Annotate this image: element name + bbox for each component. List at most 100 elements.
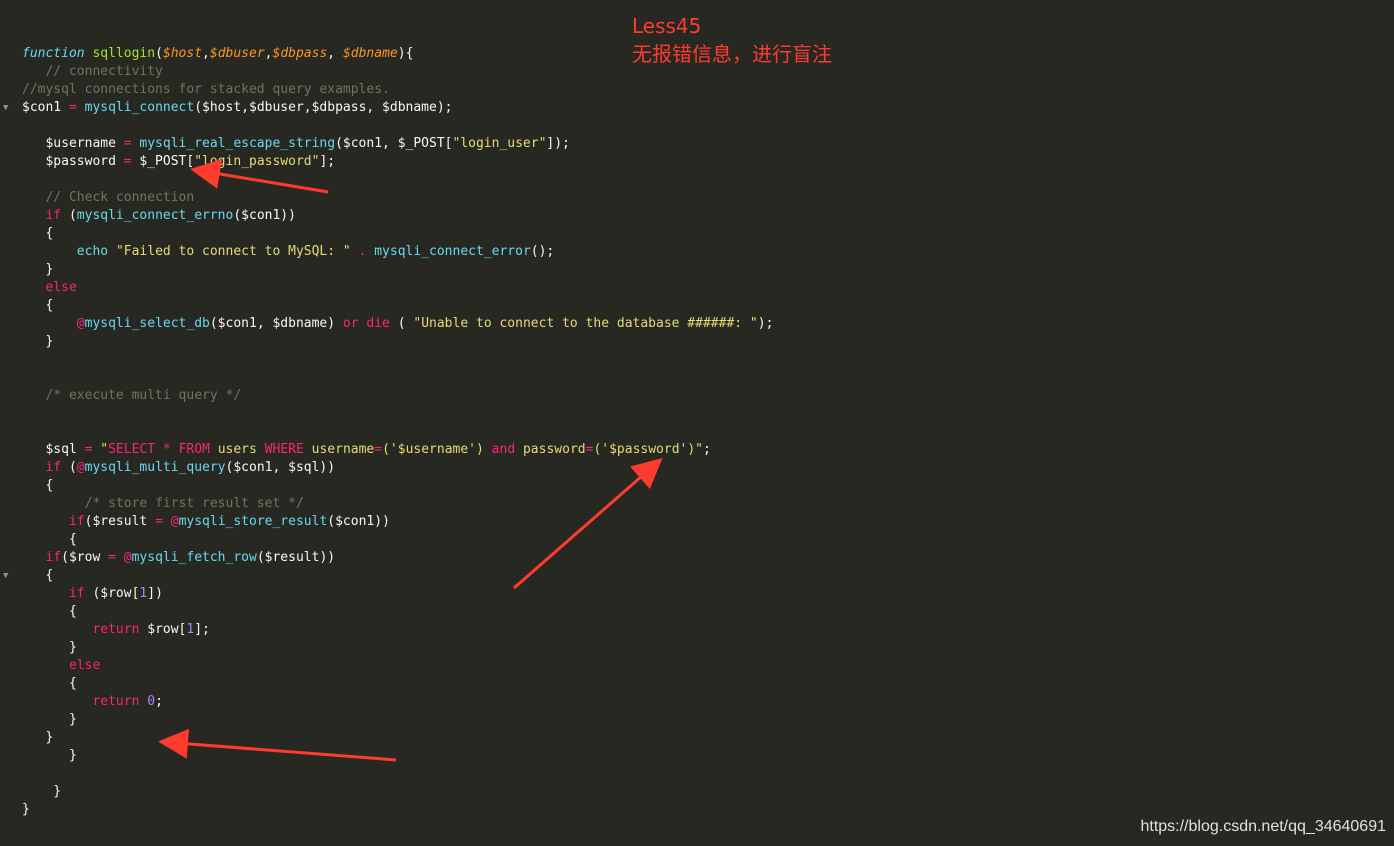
code-line: if($row = @mysqli_fetch_row($result)) xyxy=(22,549,773,567)
code-token: ($con1)) xyxy=(233,208,296,223)
code-line: } xyxy=(22,639,773,657)
code-line: } xyxy=(22,783,773,801)
code-token: $dbpass xyxy=(272,46,328,61)
code-token: $con1 xyxy=(22,100,69,115)
code-token: // connectivity xyxy=(45,64,163,79)
code-token: $sql xyxy=(22,442,85,457)
code-line: if (@mysqli_multi_query($con1, $sql)) xyxy=(22,459,773,477)
code-line: $con1 = mysqli_connect($host,$dbuser,$db… xyxy=(22,99,773,117)
code-token: ($host,$dbuser,$dbpass, $dbname); xyxy=(194,100,453,115)
code-line: } xyxy=(22,333,773,351)
code-token: } xyxy=(22,730,54,745)
code-token: if xyxy=(68,586,85,601)
code-token: } xyxy=(22,712,77,727)
code-token: mysqli_real_escape_string xyxy=(139,136,336,151)
code-line: if (mysqli_connect_errno($con1)) xyxy=(22,207,773,225)
code-token: = xyxy=(123,136,132,151)
code-token: = xyxy=(374,442,383,457)
code-token: $_POST[ xyxy=(131,154,195,169)
code-line: } xyxy=(22,261,773,279)
code-token: // Check connection xyxy=(45,190,195,205)
code-token: users xyxy=(209,442,265,457)
code-token: ]; xyxy=(319,154,336,169)
code-token: if xyxy=(45,460,62,475)
code-token: function xyxy=(22,46,85,61)
csdn-watermark: https://blog.csdn.net/qq_34640691 xyxy=(1140,818,1386,835)
code-token: if xyxy=(45,208,62,223)
code-token: @ xyxy=(76,460,85,475)
code-token: mysqli_connect_errno xyxy=(76,208,234,223)
code-token: "login_password" xyxy=(194,154,320,169)
code-token: password xyxy=(515,442,586,457)
code-token: $dbuser xyxy=(209,46,265,61)
code-token: } xyxy=(22,802,30,817)
code-token: if xyxy=(68,514,85,529)
annotation-note: 无报错信息，进行盲注 xyxy=(632,42,832,66)
code-token: ( xyxy=(155,46,163,61)
code-line: { xyxy=(22,531,773,549)
code-token: "Failed to connect to MySQL: " xyxy=(115,244,351,259)
code-token: sqllogin xyxy=(92,46,156,61)
code-token: $row[ xyxy=(139,622,187,637)
code-token: and xyxy=(491,442,516,457)
code-token: } xyxy=(22,748,77,763)
code-token: return xyxy=(92,622,140,637)
code-line: return 0; xyxy=(22,693,773,711)
code-line: if($result = @mysqli_store_result($con1)… xyxy=(22,513,773,531)
code-token: mysqli_store_result xyxy=(178,514,328,529)
code-token: = xyxy=(108,550,116,565)
code-token: } xyxy=(22,640,77,655)
code-token: ('$username') xyxy=(382,442,492,457)
code-token: ($con1, $dbname) xyxy=(209,316,343,331)
code-token: ; xyxy=(155,694,163,709)
code-token: ($row xyxy=(61,550,109,565)
code-token: $username xyxy=(22,136,124,151)
code-line: $username = mysqli_real_escape_string($c… xyxy=(22,135,773,153)
code-token: , xyxy=(202,46,210,61)
code-token: ($row[ xyxy=(84,586,140,601)
code-token: mysqli_multi_query xyxy=(84,460,226,475)
code-token: { xyxy=(22,298,54,313)
code-token: * xyxy=(162,442,171,457)
code-token: or xyxy=(342,316,359,331)
code-token: $dbname xyxy=(342,46,398,61)
code-line: { xyxy=(22,225,773,243)
code-token: ){ xyxy=(397,46,414,61)
code-token: { xyxy=(22,478,54,493)
triangle-down-icon[interactable]: ▼ xyxy=(3,567,8,585)
code-token: ($con1, $_POST[ xyxy=(335,136,453,151)
code-token: , xyxy=(264,46,273,61)
code-line: $sql = "SELECT * FROM users WHERE userna… xyxy=(22,441,773,459)
code-editor[interactable]: function sqllogin ($host,$dbuser,$dbpass,… xyxy=(0,0,1394,846)
code-line: } xyxy=(22,747,773,765)
code-token: ($result xyxy=(84,514,156,529)
code-token: username xyxy=(303,442,375,457)
code-token: if xyxy=(45,550,62,565)
code-token: } xyxy=(22,262,54,277)
code-token: " xyxy=(100,442,109,457)
code-token: FROM xyxy=(178,442,210,457)
code-line: //mysql connections for stacked query ex… xyxy=(22,81,773,99)
code-line: /* execute multi query */ xyxy=(22,387,773,405)
code-token: , xyxy=(327,46,343,61)
code-lines: function sqllogin ($host,$dbuser,$dbpass,… xyxy=(22,45,773,819)
code-line: } xyxy=(22,801,773,819)
triangle-down-icon[interactable]: ▼ xyxy=(3,99,8,117)
